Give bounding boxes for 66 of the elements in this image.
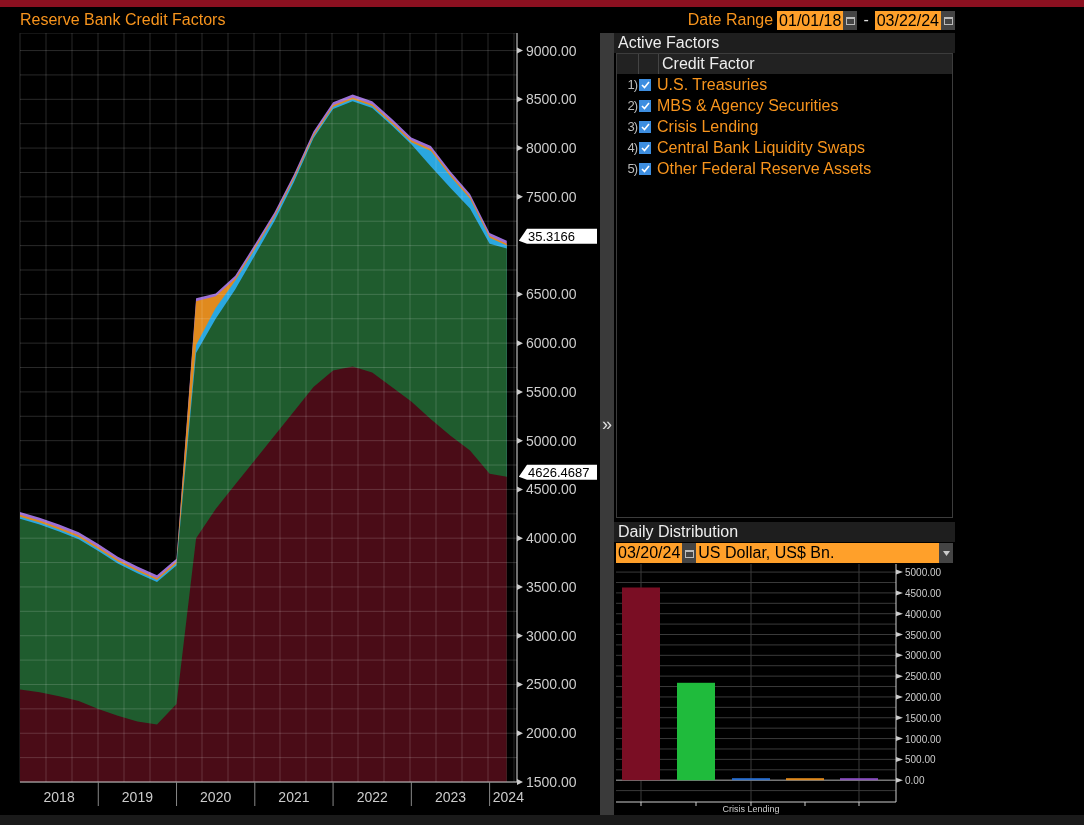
axis-label: 2019 [121, 789, 153, 805]
axis-label: 2500.00 [905, 671, 942, 683]
axis-label: 6500.00 [526, 286, 577, 303]
axis-label: 3000.00 [905, 650, 942, 662]
annotation: 35.3166 [528, 228, 575, 244]
panel-title: Daily Distribution [614, 522, 955, 542]
calendar-icon[interactable] [843, 10, 858, 30]
axis-label: 2021 [278, 789, 310, 805]
value-callout: 4626.4687 [518, 464, 597, 480]
bar [786, 778, 824, 781]
calendar-icon[interactable] [941, 10, 955, 30]
axis-label: 0.00 [905, 775, 925, 787]
collapse-button[interactable]: » [600, 33, 614, 815]
checkbox[interactable] [639, 78, 651, 91]
axis-label: 1500.00 [526, 774, 577, 790]
annotation: 4626.4687 [528, 464, 590, 480]
calendar-icon[interactable] [682, 543, 697, 563]
axis-label: 4000.00 [905, 608, 942, 620]
axis-label: 5000.00 [526, 432, 577, 449]
end-date-field[interactable]: 03/22/24 [874, 10, 941, 30]
axis-label: 2000.00 [526, 725, 577, 742]
row-number: 3) [626, 117, 637, 136]
checkbox[interactable] [639, 120, 651, 133]
axis-label: 2500.00 [526, 676, 577, 693]
axis-label: 8000.00 [526, 140, 577, 157]
axis-label: 2023 [434, 789, 467, 805]
chart-title: Reserve Bank Credit Factors [19, 10, 226, 30]
value-callout: 35.3166 [518, 228, 597, 244]
axis-label: 8500.00 [526, 91, 577, 108]
column-header: Credit Factor [661, 54, 755, 74]
axis-label: 3000.00 [526, 627, 577, 644]
checkbox[interactable] [639, 141, 651, 154]
axis-label: 4500.00 [905, 587, 942, 599]
row-number: 1) [626, 75, 637, 94]
row-number: 2) [626, 96, 637, 115]
date-range-label: Date Range [687, 10, 774, 30]
axis-label: 1000.00 [905, 733, 942, 745]
axis-label: 2024 [492, 789, 524, 805]
row-number: 5) [626, 159, 637, 178]
bar [840, 778, 878, 781]
axis-label: 2000.00 [905, 691, 942, 703]
axis-label: 5000.00 [905, 567, 942, 579]
axis-label: 4500.00 [526, 481, 577, 498]
axis-label: 3500.00 [526, 578, 577, 595]
axis-label: 2020 [200, 789, 232, 805]
panel-title: Active Factors [614, 33, 955, 53]
axis-label: 2018 [43, 789, 75, 805]
axis-label: 6000.00 [526, 335, 577, 352]
axis-label: 9000.00 [526, 42, 577, 59]
axis-label: 3500.00 [905, 629, 942, 641]
date-separator: - [863, 10, 869, 30]
bar [732, 778, 770, 781]
axis-label: 2022 [356, 789, 388, 805]
axis-label: 1500.00 [905, 712, 942, 724]
checkbox[interactable] [639, 162, 651, 175]
axis-label: 500.00 [905, 754, 936, 766]
checkbox[interactable] [639, 99, 651, 112]
axis-label: 5500.00 [526, 383, 577, 400]
axis-label: 7500.00 [526, 188, 577, 205]
caret-icon[interactable] [939, 543, 953, 563]
start-date-field[interactable]: 01/01/18 [777, 10, 844, 30]
axis-label: 4000.00 [526, 530, 577, 547]
currency-dropdown[interactable]: US Dollar, US$ Bn. [696, 543, 939, 563]
axis-label: Crisis Lending [722, 804, 780, 814]
date-field[interactable]: 03/20/24 [616, 543, 683, 563]
row-number: 4) [626, 138, 637, 157]
